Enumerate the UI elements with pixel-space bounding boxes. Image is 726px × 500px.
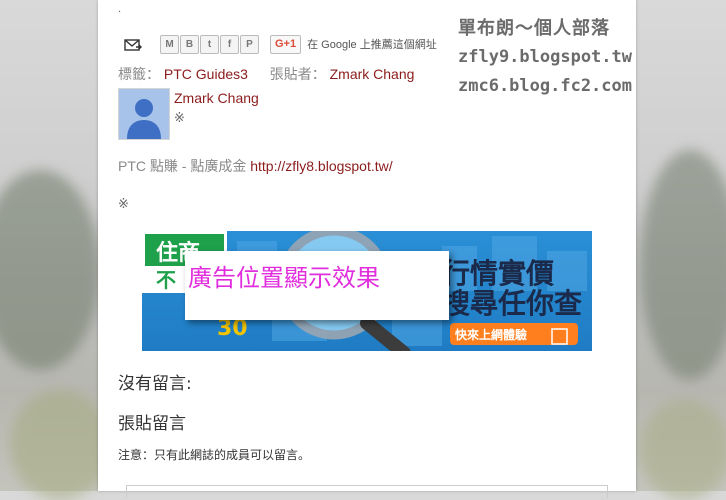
author-link[interactable]: Zmark Chang xyxy=(330,66,415,82)
post-meta: 標籤： PTC Guides3 張貼者： Zmark Chang xyxy=(118,64,414,84)
email-post-icon[interactable] xyxy=(124,37,142,51)
gplus-caption: 在 Google 上推薦這個網址 xyxy=(307,39,437,51)
post-comment-heading: 張貼留言 xyxy=(118,414,186,434)
profile-name-link[interactable]: Zmark Chang xyxy=(174,90,259,106)
blog-watermark: 單布朗～個人部落 zfly9.blogspot.tw zmc6.blog.fc2… xyxy=(458,14,638,101)
watermark-url-2: zmc6.blog.fc2.com xyxy=(458,76,632,96)
ptc-link[interactable]: http://zfly8.blogspot.tw/ xyxy=(250,158,392,174)
banner-brand-bottom: 不 xyxy=(156,268,176,292)
background-tree xyxy=(0,170,100,370)
ptc-line: PTC 點賺 - 點廣成金 http://zfly8.blogspot.tw/ xyxy=(118,156,393,176)
comment-note: 注意：只有此網誌的成員可以留言。 xyxy=(118,448,311,462)
avatar[interactable] xyxy=(118,88,170,140)
gmail-share-icon[interactable]: M xyxy=(160,34,179,54)
facebook-share-icon[interactable]: f xyxy=(220,34,239,54)
pinterest-share-icon[interactable]: P xyxy=(240,34,259,54)
ad-preview-text: 廣告位置顯示效果 xyxy=(188,264,380,292)
background-tree xyxy=(640,150,726,380)
profile-mark: ※ xyxy=(174,111,185,126)
background-tree xyxy=(10,390,110,500)
ptc-text: PTC 點賺 - 點廣成金 xyxy=(118,158,251,174)
share-bar: M B t f P G+1 在 Google 上推薦這個網址 xyxy=(124,34,437,54)
user-avatar-icon xyxy=(127,99,161,139)
twitter-share-icon[interactable]: t xyxy=(200,34,219,54)
banner-headline-2: 搜尋任你查 xyxy=(442,287,582,320)
banner-cta: 快來上網體驗 xyxy=(455,327,527,342)
watermark-url-1: zfly9.blogspot.tw xyxy=(458,47,632,67)
comments-heading: 沒有留言: xyxy=(118,374,192,394)
label-link[interactable]: PTC Guides3 xyxy=(164,66,248,82)
background-tree xyxy=(640,400,726,500)
labels-prefix: 標籤： xyxy=(118,66,160,82)
comment-form-frame[interactable] xyxy=(126,485,608,498)
banner-headline-1: 行情實價 xyxy=(441,257,555,290)
gplus-button[interactable]: G+1 xyxy=(270,34,302,54)
blogger-share-icon[interactable]: B xyxy=(180,34,199,54)
author-prefix: 張貼者： xyxy=(269,66,326,82)
stray-dot: . xyxy=(118,4,122,15)
watermark-title: 單布朗～個人部落 xyxy=(458,18,610,39)
reference-mark: ※ xyxy=(118,197,129,212)
